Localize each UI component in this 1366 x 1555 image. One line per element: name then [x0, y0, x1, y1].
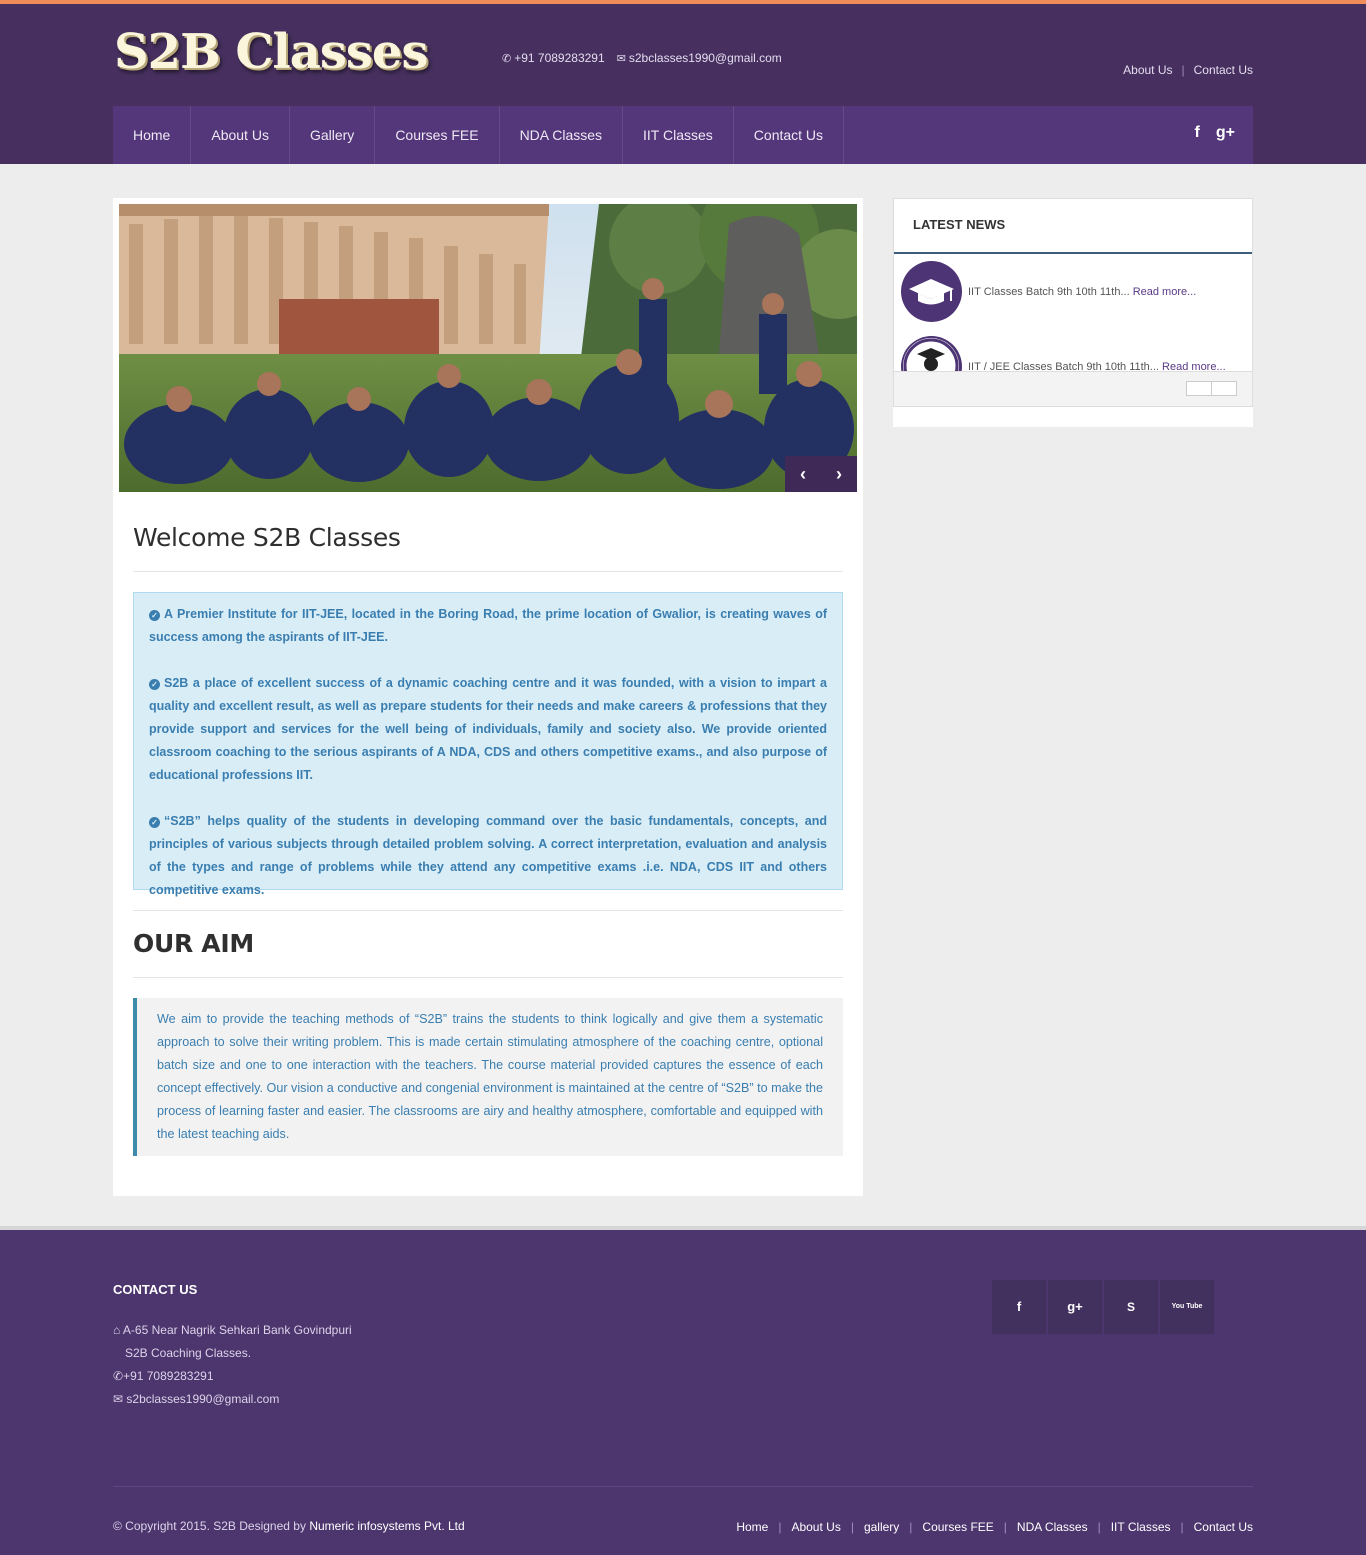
header-top-links: About Us | Contact Us: [1123, 63, 1253, 77]
footer-link-gallery[interactable]: gallery: [864, 1520, 899, 1534]
top-link-about[interactable]: About Us: [1123, 63, 1172, 77]
check-circle-icon: ✓: [149, 679, 160, 690]
news-item-text: IIT Classes Batch 9th 10th 11th...: [968, 285, 1130, 298]
main-content: ‹ › Welcome S2B Classes ✓ A Premier Insti…: [113, 198, 863, 1196]
divider: [133, 571, 843, 572]
footer-contact-title: CONTACT US: [113, 1282, 198, 1297]
aim-text: We aim to provide the teaching methods o…: [157, 1012, 823, 1141]
footer-address-line: S2B Coaching Classes.: [125, 1346, 252, 1360]
divider: |: [1181, 63, 1185, 77]
slider-image-students: [119, 204, 857, 492]
designer-link[interactable]: Numeric infosystems Pvt. Ltd: [309, 1519, 464, 1533]
google-plus-icon[interactable]: g+: [1216, 124, 1235, 142]
aim-title: OUR AIM: [133, 929, 254, 958]
nav-about[interactable]: About Us: [191, 106, 290, 164]
site-footer: CONTACT US ⌂ A-65 Near Nagrik Sehkari Ba…: [0, 1226, 1366, 1555]
news-next-button[interactable]: [1211, 381, 1237, 396]
header-email[interactable]: ✉ s2bclasses1990@gmail.com: [617, 51, 782, 65]
footer-contact-details: ⌂ A-65 Near Nagrik Sehkari Bank Govindpu…: [113, 1319, 352, 1411]
nav-gallery[interactable]: Gallery: [290, 106, 376, 164]
check-circle-icon: ✓: [149, 817, 160, 828]
check-circle-icon: ✓: [149, 610, 160, 621]
envelope-icon: ✉: [113, 1392, 124, 1406]
footer-email[interactable]: s2bclasses1990@gmail.com: [126, 1392, 279, 1406]
facebook-icon[interactable]: f: [1195, 124, 1200, 142]
divider: [133, 910, 843, 911]
copyright: © Copyright 2015. S2B Designed by Numeri…: [113, 1519, 465, 1533]
nav-contact[interactable]: Contact Us: [734, 106, 845, 164]
footer-link-nda-classes[interactable]: NDA Classes: [1017, 1520, 1088, 1534]
skype-icon[interactable]: S: [1104, 1280, 1158, 1334]
header-phone: ✆ +91 7089283291: [502, 51, 605, 65]
divider: [113, 1486, 1253, 1487]
welcome-paragraph: ✓ S2B a place of excellent success of a d…: [149, 676, 827, 782]
news-prev-button[interactable]: [1186, 381, 1212, 396]
facebook-icon[interactable]: f: [992, 1280, 1046, 1334]
site-header: S2B Classes ✆ +91 7089283291 ✉ s2bclasses1…: [0, 4, 1366, 164]
footer-link-iit-classes[interactable]: IIT Classes: [1111, 1520, 1171, 1534]
slider-next-button[interactable]: ›: [821, 456, 857, 492]
phone-icon: ✆: [502, 53, 512, 65]
welcome-paragraph: ✓ A Premier Institute for IIT-JEE, locate…: [149, 607, 827, 644]
footer-link-about[interactable]: About Us: [791, 1520, 840, 1534]
footer-phone: +91 7089283291: [123, 1369, 214, 1383]
slider-controls: ‹ ›: [785, 456, 857, 492]
divider: [133, 977, 843, 978]
site-logo[interactable]: S2B Classes: [114, 24, 428, 80]
latest-news-widget: LATEST NEWS IIT Classes Batch 9th 10th 1…: [893, 198, 1253, 407]
slider-prev-button[interactable]: ‹: [785, 456, 821, 492]
read-more-link[interactable]: Read more...: [1133, 286, 1197, 298]
google-plus-icon[interactable]: g+: [1048, 1280, 1102, 1334]
phone-icon: ✆: [113, 1369, 124, 1383]
footer-link-home[interactable]: Home: [736, 1520, 768, 1534]
nav-iit-classes[interactable]: IIT Classes: [623, 106, 734, 164]
news-footer: [894, 371, 1252, 406]
latest-news-title: LATEST NEWS: [894, 199, 1252, 254]
welcome-info-box: ✓ A Premier Institute for IIT-JEE, locate…: [133, 592, 843, 897]
header-contact: ✆ +91 7089283291 ✉ s2bclasses1990@gmail.co…: [502, 51, 782, 65]
image-slider: ‹ ›: [119, 204, 857, 492]
nav-courses-fee[interactable]: Courses FEE: [375, 106, 500, 164]
footer-link-contact[interactable]: Contact Us: [1194, 1520, 1253, 1534]
aim-quote: We aim to provide the teaching methods o…: [133, 998, 843, 1156]
nav-home[interactable]: Home: [113, 106, 192, 164]
welcome-title: Welcome S2B Classes: [133, 523, 401, 552]
home-icon: ⌂: [113, 1323, 121, 1337]
graduate-student-icon: [901, 336, 962, 372]
youtube-icon[interactable]: You Tube: [1160, 1280, 1214, 1334]
news-item[interactable]: IIT Classes Batch 9th 10th 11th... Read …: [901, 261, 1196, 322]
sidebar: LATEST NEWS IIT Classes Batch 9th 10th 1…: [893, 198, 1253, 427]
envelope-icon: ✉: [616, 53, 626, 65]
nav-nda-classes[interactable]: NDA Classes: [500, 106, 624, 164]
top-link-contact[interactable]: Contact Us: [1194, 63, 1253, 77]
footer-links: Home | About Us | gallery | Courses FEE | ND…: [736, 1520, 1253, 1534]
footer-social: f g+ S You Tube: [992, 1280, 1214, 1334]
graduation-cap-icon: [901, 261, 962, 322]
footer-link-courses-fee[interactable]: Courses FEE: [922, 1520, 993, 1534]
main-nav: Home About Us Gallery Courses FEE NDA Cl…: [113, 106, 1253, 164]
nav-social: f g+: [1195, 124, 1235, 142]
welcome-paragraph: ✓ “S2B” helps quality of the students in …: [149, 814, 827, 897]
news-list: IIT Classes Batch 9th 10th 11th... Read …: [894, 254, 1252, 372]
news-item[interactable]: IIT / JEE Classes Batch 9th 10th 11th...…: [901, 336, 1226, 372]
footer-address-line: A-65 Near Nagrik Sehkari Bank Govindpuri: [122, 1323, 352, 1337]
